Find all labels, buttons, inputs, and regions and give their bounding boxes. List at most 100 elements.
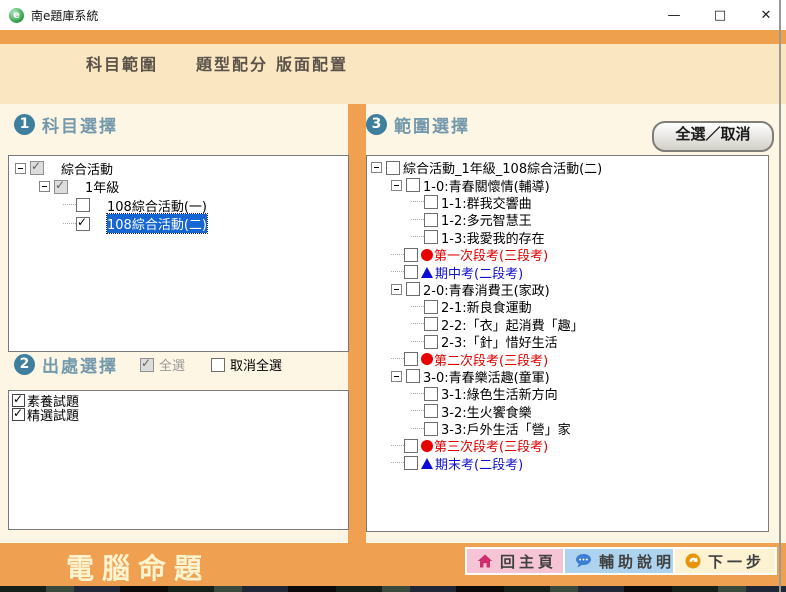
tree-item[interactable]: 108綜合活動(二) <box>9 215 348 234</box>
tree-item-label[interactable]: 108綜合活動(二) <box>107 214 207 233</box>
tree-item[interactable]: 3-2:生火饗食樂 <box>367 402 768 419</box>
list-item-label: 精選試題 <box>27 405 79 424</box>
range-tree: 綜合活動_1年級_108綜合活動(二)1-0:青春關懷情(輔導)1-1:群我交響… <box>366 155 769 532</box>
tree-item[interactable]: 期末考(二段考) <box>367 455 768 472</box>
checkbox-icon[interactable] <box>12 394 25 407</box>
tree-item-label[interactable]: 3-1:綠色生活新方向 <box>441 384 558 403</box>
tree-item[interactable]: 3-0:青春樂活趣(童軍) <box>367 368 768 385</box>
top-accent-strip <box>0 30 786 44</box>
tree-connector <box>63 204 76 206</box>
tree-item-label[interactable]: 期末考(二段考) <box>435 454 523 473</box>
tree-item[interactable]: 2-1:新良食運動 <box>367 298 768 315</box>
window-controls: — □ ✕ <box>666 0 774 30</box>
checkbox-icon[interactable] <box>404 456 418 470</box>
tree-item[interactable]: 1-0:青春關懷情(輔導) <box>367 176 768 193</box>
tree-item-label[interactable]: 3-0:青春樂活趣(童軍) <box>423 367 550 386</box>
expand-collapse-icon[interactable] <box>371 162 382 173</box>
checkbox-icon[interactable] <box>424 317 438 331</box>
tree-item-label[interactable]: 第二次段考(三段考) <box>434 350 548 369</box>
button-label: 回主頁 <box>500 551 557 572</box>
tree-item-label[interactable]: 第三次段考(三段考) <box>434 436 548 455</box>
tree-item-label[interactable]: 108綜合活動(一) <box>107 196 207 215</box>
tree-item[interactable]: 2-3:「針」惜好生活 <box>367 333 768 350</box>
checkbox-icon[interactable] <box>211 358 225 372</box>
checkbox-icon[interactable] <box>30 161 44 175</box>
tree-item[interactable]: 1-3:我愛我的存在 <box>367 229 768 246</box>
tree-item[interactable]: 第二次段考(三段考) <box>367 350 768 367</box>
maximize-icon[interactable]: □ <box>712 8 728 23</box>
tree-item[interactable]: 1-2:多元智慧王 <box>367 211 768 228</box>
checkbox-icon[interactable] <box>54 180 68 194</box>
tree-connector <box>411 410 424 412</box>
tree-item-label[interactable]: 2-3:「針」惜好生活 <box>441 332 558 351</box>
checkbox-icon[interactable] <box>424 422 438 436</box>
tree-item-label[interactable]: 2-2:「衣」起消費「趣」 <box>441 315 584 334</box>
step-label: 題型配分 <box>196 51 268 75</box>
close-icon[interactable]: ✕ <box>758 8 774 23</box>
tree-item[interactable]: 第一次段考(三段考) <box>367 246 768 263</box>
tree-item-label[interactable]: 2-1:新良食運動 <box>441 297 532 316</box>
next-arrow-icon <box>685 553 701 569</box>
tree-connector <box>411 393 424 395</box>
tree-item-label[interactable]: 綜合活動 <box>61 159 113 178</box>
tree-item-label[interactable]: 1年級 <box>85 177 119 196</box>
tree-item[interactable]: 綜合活動_1年級_108綜合活動(二) <box>367 159 768 176</box>
tree-connector <box>411 428 424 430</box>
checkbox-icon[interactable] <box>404 248 418 262</box>
tree-item[interactable]: 1年級 <box>9 178 348 197</box>
checkbox-icon[interactable] <box>424 387 438 401</box>
tree-item[interactable]: 1-1:群我交響曲 <box>367 194 768 211</box>
expand-collapse-icon[interactable] <box>391 371 402 382</box>
tree-item[interactable]: 第三次段考(三段考) <box>367 437 768 454</box>
checkbox-icon[interactable] <box>12 408 25 421</box>
tree-item-label[interactable]: 綜合活動_1年級_108綜合活動(二) <box>403 158 602 177</box>
home-button[interactable]: 回主頁 <box>465 547 569 575</box>
expand-collapse-icon[interactable] <box>391 284 402 295</box>
deselect-all-checkbox[interactable]: 取消全選 <box>211 355 282 374</box>
checkbox-icon[interactable] <box>404 265 418 279</box>
checkbox-icon[interactable] <box>406 369 420 383</box>
checkbox-icon[interactable] <box>76 198 90 212</box>
tree-item[interactable]: 3-3:戶外生活「營」家 <box>367 420 768 437</box>
checkbox-icon[interactable] <box>406 178 420 192</box>
help-button[interactable]: 輔助說明 <box>563 547 687 575</box>
tree-item-label[interactable]: 第一次段考(三段考) <box>434 245 548 264</box>
expand-collapse-icon[interactable] <box>39 181 50 192</box>
checkbox-icon[interactable] <box>424 230 438 244</box>
tree-item[interactable]: 綜合活動 <box>9 159 348 178</box>
checkbox-icon[interactable] <box>404 352 418 366</box>
checkbox-icon[interactable] <box>424 213 438 227</box>
select-all-checkbox[interactable]: 全選 <box>140 355 185 374</box>
tree-item-label[interactable]: 1-2:多元智慧王 <box>441 210 532 229</box>
checkbox-icon[interactable] <box>76 217 90 231</box>
checkbox-icon[interactable] <box>404 439 418 453</box>
checkbox-icon[interactable] <box>424 300 438 314</box>
tree-item-label[interactable]: 1-1:群我交響曲 <box>441 193 532 212</box>
minimize-icon[interactable]: — <box>666 8 682 23</box>
expand-collapse-icon[interactable] <box>15 163 26 174</box>
tree-item-label[interactable]: 2-0:青春消費王(家政) <box>423 280 550 299</box>
checkbox-icon[interactable] <box>406 282 420 296</box>
tree-item[interactable]: 期中考(二段考) <box>367 263 768 280</box>
range-panel-header: 3 範圍選擇 <box>366 112 470 137</box>
tree-item[interactable]: 2-0:青春消費王(家政) <box>367 281 768 298</box>
tree-item[interactable]: 108綜合活動(一) <box>9 196 348 215</box>
checkbox-icon[interactable] <box>140 358 154 372</box>
checkbox-icon[interactable] <box>424 335 438 349</box>
tree-connector <box>411 236 424 238</box>
tree-item-label[interactable]: 1-3:我愛我的存在 <box>441 228 545 247</box>
select-all-toggle-button[interactable]: 全選／取消 <box>652 121 774 152</box>
checkbox-icon[interactable] <box>386 161 400 175</box>
next-step-button[interactable]: 下一步 <box>673 547 777 575</box>
tree-item-label[interactable]: 期中考(二段考) <box>435 263 523 282</box>
list-item[interactable]: 精選試題 <box>9 408 348 423</box>
checkbox-icon[interactable] <box>424 195 438 209</box>
expand-collapse-icon[interactable] <box>391 180 402 191</box>
tree-item-label[interactable]: 3-3:戶外生活「營」家 <box>441 419 571 438</box>
tree-item-label[interactable]: 3-2:生火饗食樂 <box>441 402 532 421</box>
tree-item[interactable]: 3-1:綠色生活新方向 <box>367 385 768 402</box>
tree-item[interactable]: 2-2:「衣」起消費「趣」 <box>367 316 768 333</box>
tree-item-label[interactable]: 1-0:青春關懷情(輔導) <box>423 176 550 195</box>
checkbox-icon[interactable] <box>424 404 438 418</box>
tree-connector <box>391 358 404 360</box>
